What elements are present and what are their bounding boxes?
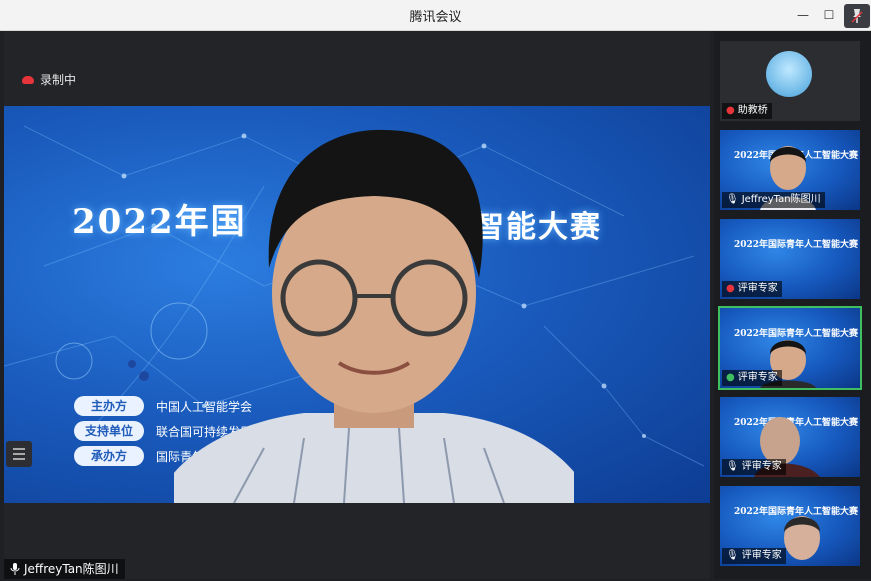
side-toolbar-button[interactable]: [6, 441, 32, 467]
muted-mic-icon: ●: [726, 283, 735, 294]
muted-mic-icon: ●: [726, 105, 735, 116]
participant-tile[interactable]: ● 助教桥: [720, 41, 860, 121]
participant-name: 评审专家: [737, 283, 778, 294]
list-icon: [13, 448, 25, 460]
recording-cloud-icon: [22, 75, 34, 84]
main-stage: 录制中 2022年国 智能大赛 主办方 中国人工智能学会 支持单位 联合国可持续…: [4, 31, 710, 579]
speaker-video: [174, 129, 574, 503]
recording-indicator[interactable]: 录制中: [22, 71, 76, 88]
speaker-name-tag: JeffreyTan陈图川: [4, 559, 125, 579]
participant-name-tag: 🎙 评审专家: [722, 459, 786, 475]
title-bar: 腾讯会议 — ☐: [0, 0, 871, 31]
participant-name-tag: ● 评审专家: [722, 281, 782, 297]
participant-name: JeffreyTan陈图川: [741, 194, 821, 205]
maximize-button[interactable]: ☐: [818, 4, 840, 26]
participant-tile[interactable]: 2022年国际青年人工智能大赛 ● 评审专家: [720, 219, 860, 299]
participant-name-tag: 🎙 JeffreyTan陈图川: [722, 192, 825, 208]
participant-tile[interactable]: 2022年国际青年人工智能大赛 🎙 评审专家: [720, 397, 860, 477]
avatar: [766, 51, 812, 97]
speaking-mic-icon: ●: [726, 372, 735, 383]
speaker-name: JeffreyTan陈图川: [24, 562, 119, 576]
shared-slide-video: 2022年国 智能大赛 主办方 中国人工智能学会 支持单位 联合国可持续发展目 …: [4, 106, 710, 503]
org-label: 承办方: [74, 446, 144, 466]
participant-name-tag: 🎙 评审专家: [722, 548, 786, 564]
minimize-button[interactable]: —: [792, 4, 814, 26]
participant-name-tag: ● 评审专家: [722, 370, 782, 386]
microphone-icon: [10, 563, 20, 575]
microphone-icon: 🎙: [726, 550, 739, 561]
org-label: 主办方: [74, 396, 144, 416]
participant-name: 评审专家: [737, 372, 778, 383]
recording-label: 录制中: [40, 73, 77, 87]
pin-icon: [851, 9, 863, 23]
participant-tile-active[interactable]: 2022年国际青年人工智能大赛 ● 评审专家: [718, 306, 862, 390]
window-title: 腾讯会议: [409, 10, 462, 25]
participant-name: 助教桥: [737, 105, 768, 116]
microphone-icon: 🎙: [726, 461, 739, 472]
participant-name: 评审专家: [741, 550, 782, 561]
tile-slide-title: 2022年国际青年人工智能大赛: [734, 240, 859, 250]
microphone-icon: 🎙: [726, 194, 739, 205]
participant-name: 评审专家: [741, 461, 782, 472]
participant-tile[interactable]: 2022年国际青年人工智能大赛 🎙 JeffreyTan陈图川: [720, 130, 860, 210]
participant-tile[interactable]: 2022年国际青年人工智能大赛 🎙 评审专家: [720, 486, 860, 566]
participant-sidebar: ● 助教桥 2022年国际青年人工智能大赛 🎙 JeffreyTan陈图川 20…: [714, 31, 871, 579]
pin-button[interactable]: [844, 4, 870, 28]
org-label: 支持单位: [74, 421, 144, 441]
participant-name-tag: ● 助教桥: [722, 103, 772, 119]
